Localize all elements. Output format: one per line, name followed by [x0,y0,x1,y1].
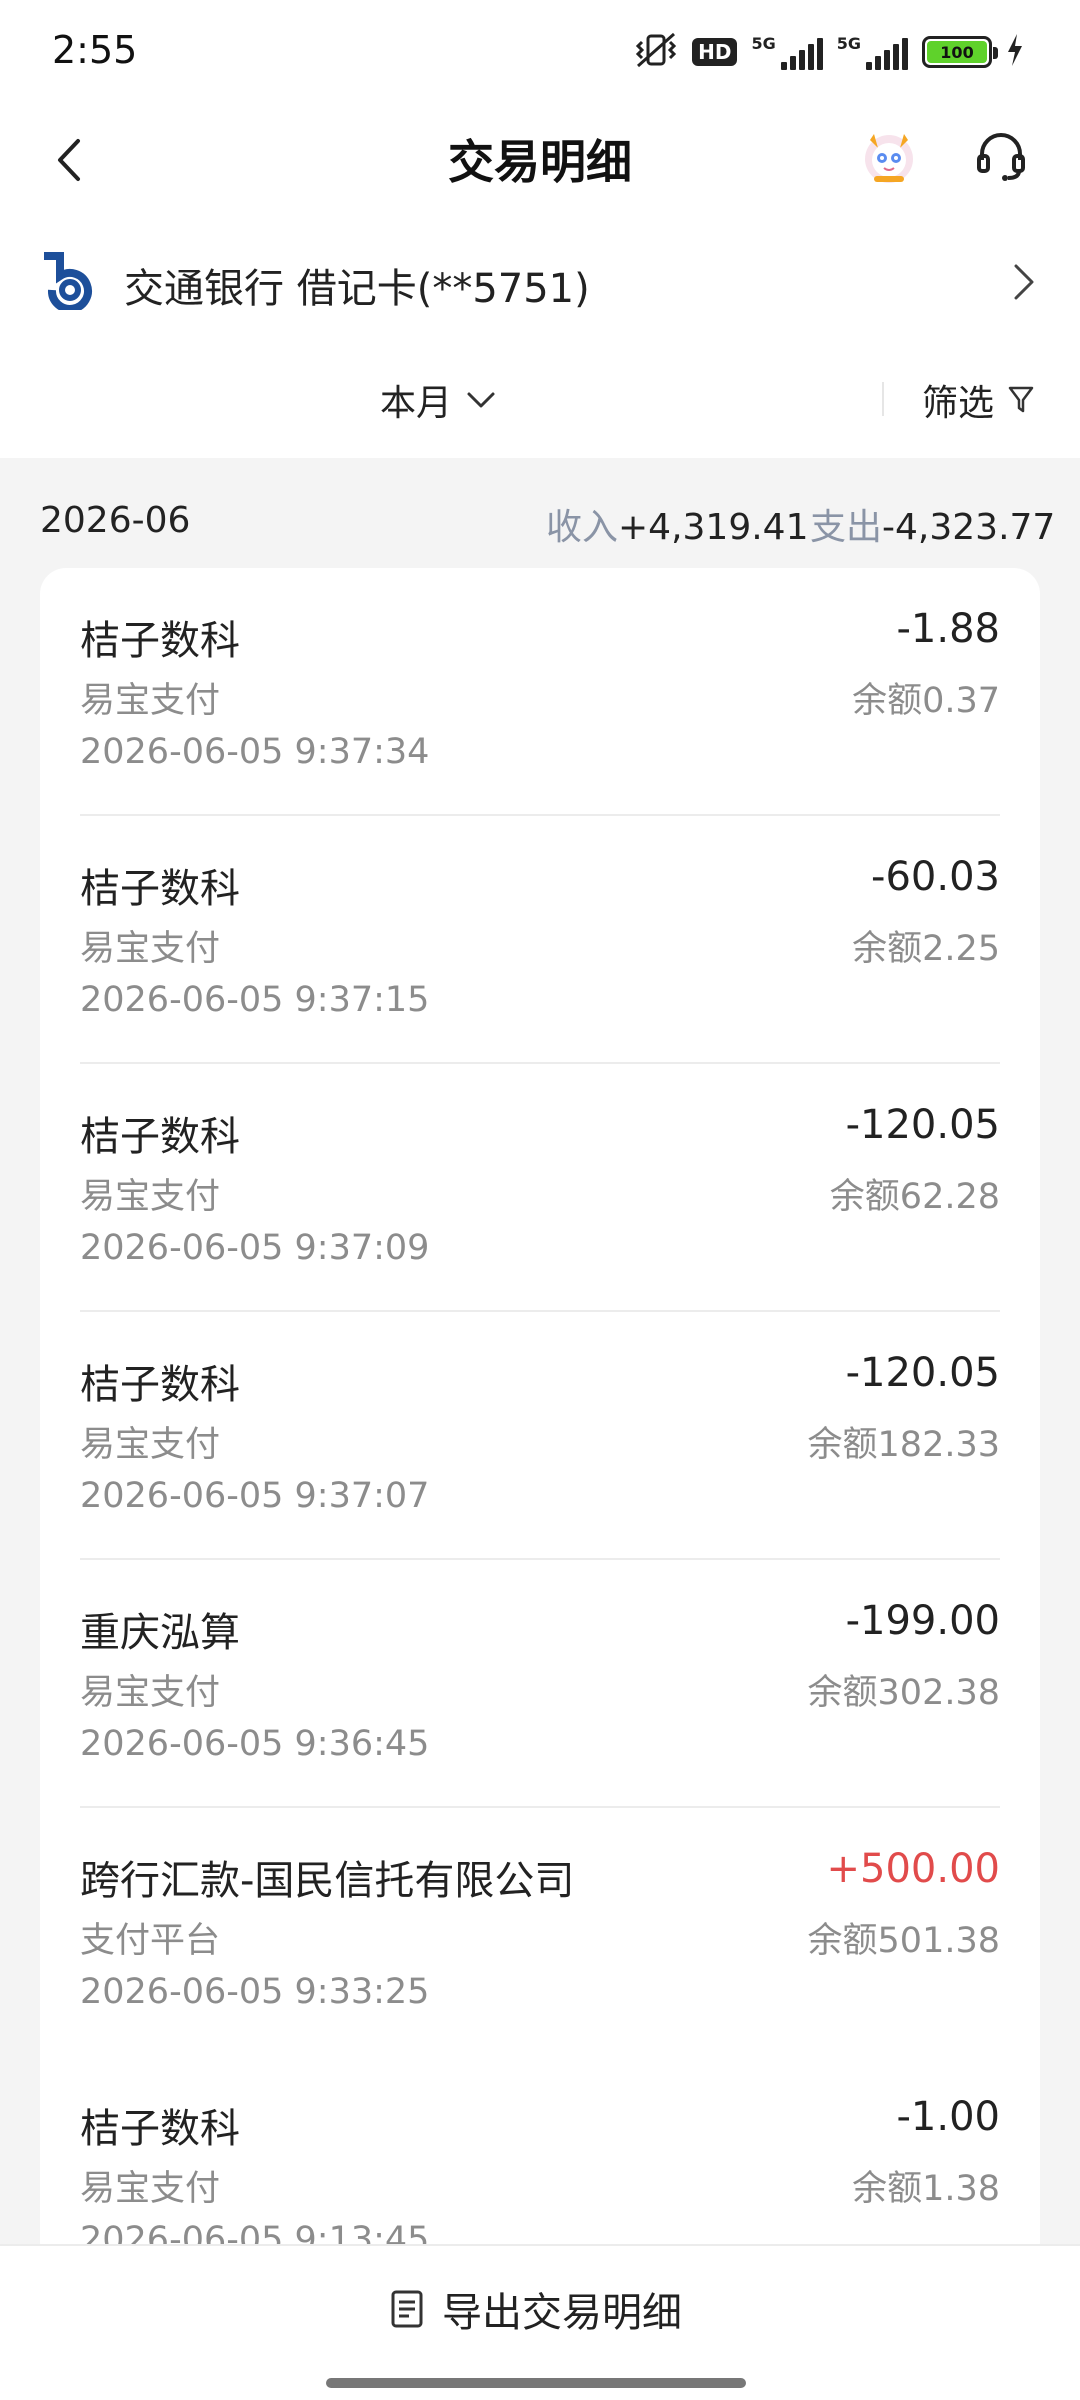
txn-amount: -120.05 [845,1102,1000,1148]
transaction-row[interactable]: 桔子数科 易宝支付 2026-06-05 9:13:45 -1.00 余额1.3… [40,2056,1040,2268]
txn-balance: 余额2.25 [852,929,1000,969]
txn-time: 2026-06-05 9:37:15 [80,980,430,1020]
battery-icon: 100 [922,36,998,68]
mascot-avatar-icon[interactable] [860,128,918,186]
txn-amount: -1.00 [896,2094,1001,2140]
summary-income: 收入+4,319.41 [546,498,809,550]
txn-merchant: 桔子数科 [80,866,240,912]
txn-time: 2026-06-05 9:33:25 [80,1972,430,2012]
transaction-row[interactable]: 桔子数科 易宝支付 2026-06-05 9:37:09 -120.05 余额6… [40,1064,1040,1312]
txn-time: 2026-06-05 9:37:34 [80,732,430,772]
txn-amount: -120.05 [845,1350,1000,1396]
txn-balance: 余额62.28 [829,1177,1000,1217]
filter-bar: 本月 筛选 [0,336,1080,458]
bank-logo-icon [38,250,98,313]
export-transactions-button[interactable]: 导出交易明细 [390,2280,682,2338]
txn-balance: 余额0.37 [852,681,1000,721]
txn-merchant: 重庆泓算 [80,1610,240,1656]
hd-badge: HD [692,38,738,66]
txn-merchant: 桔子数科 [80,2106,240,2152]
transaction-row[interactable]: 桔子数科 易宝支付 2026-06-05 9:37:15 -60.03 余额2.… [40,816,1040,1064]
page-title: 交易明细 [448,135,632,189]
txn-channel: 易宝支付 [80,2169,221,2209]
transaction-row[interactable]: 桔子数科 易宝支付 2026-06-05 9:37:34 -1.88 余额0.3… [40,568,1040,816]
document-icon [391,2290,423,2328]
txn-balance: 余额1.38 [852,2169,1000,2209]
headset-icon [977,133,1025,181]
txn-balance: 余额182.33 [807,1425,1000,1465]
txn-balance: 余额501.38 [807,1921,1000,1961]
transaction-row[interactable]: 桔子数科 易宝支付 2026-06-05 9:37:07 -120.05 余额1… [40,1312,1040,1560]
status-bar: 2:55 HD 5G 5G 100 [0,0,1080,100]
txn-channel: 易宝支付 [80,681,221,721]
customer-service-button[interactable] [972,128,1030,186]
charging-bolt-icon [1006,34,1024,70]
txn-amount-income: +500.00 [826,1846,1000,1892]
transaction-list: 桔子数科 易宝支付 2026-06-05 9:37:34 -1.88 余额0.3… [40,568,1040,2268]
txn-channel: 易宝支付 [80,1425,221,1465]
txn-merchant: 桔子数科 [80,1362,240,1408]
txn-balance: 余额302.38 [807,1673,1000,1713]
period-dropdown[interactable]: 本月 [380,374,496,426]
bottom-action-bar: 导出交易明细 [0,2244,1080,2400]
signal-5g-icon-1: 5G [751,34,823,70]
expense-value: -4,323.77 [882,507,1056,548]
filter-label: 筛选 [922,383,995,424]
income-value: +4,319.41 [618,507,809,548]
export-label: 导出交易明细 [442,2290,682,2336]
txn-merchant: 跨行汇款-国民信托有限公司 [80,1858,575,1904]
signal-5g-icon-2: 5G [837,34,908,70]
vibrate-mute-icon [634,30,678,74]
filter-divider [882,382,884,416]
summary-month: 2026-06 [40,500,191,541]
txn-channel: 易宝支付 [80,929,221,969]
transaction-row[interactable]: 重庆泓算 易宝支付 2026-06-05 9:36:45 -199.00 余额3… [40,1560,1040,1808]
month-summary: 2026-06 收入+4,319.41 支出-4,323.77 [0,458,1080,568]
filter-button[interactable]: 筛选 [922,374,1034,426]
txn-channel: 易宝支付 [80,1673,221,1713]
txn-time: 2026-06-05 9:36:45 [80,1724,430,1764]
txn-amount: -199.00 [845,1598,1000,1644]
account-selector[interactable]: 交通银行 借记卡(**5751) [0,226,1080,336]
txn-time: 2026-06-05 9:37:07 [80,1476,430,1516]
txn-amount: -1.88 [896,606,1001,652]
expense-label: 支出 [810,507,883,548]
txn-amount: -60.03 [871,854,1000,900]
battery-level: 100 [927,41,987,63]
summary-expense: 支出-4,323.77 [810,498,1055,550]
txn-channel: 支付平台 [80,1921,221,1961]
funnel-icon [1008,386,1034,413]
account-name: 交通银行 借记卡(**5751) [124,266,590,312]
chevron-right-icon [1008,260,1038,304]
transaction-details-screen: 2:55 HD 5G 5G 100 交易明细 交通银行 借记卡(**5751) … [0,0,1080,2400]
chevron-down-icon [467,392,495,408]
income-label: 收入 [546,507,619,548]
txn-channel: 易宝支付 [80,1177,221,1217]
txn-merchant: 桔子数科 [80,1114,240,1160]
status-icons: HD 5G 5G 100 [634,30,1024,74]
period-label: 本月 [380,383,453,424]
txn-merchant: 桔子数科 [80,618,240,664]
home-indicator[interactable] [326,2378,746,2388]
transaction-row[interactable]: 跨行汇款-国民信托有限公司 支付平台 2026-06-05 9:33:25 +5… [40,1808,1040,2056]
status-time: 2:55 [52,28,138,72]
txn-time: 2026-06-05 9:37:09 [80,1228,430,1268]
